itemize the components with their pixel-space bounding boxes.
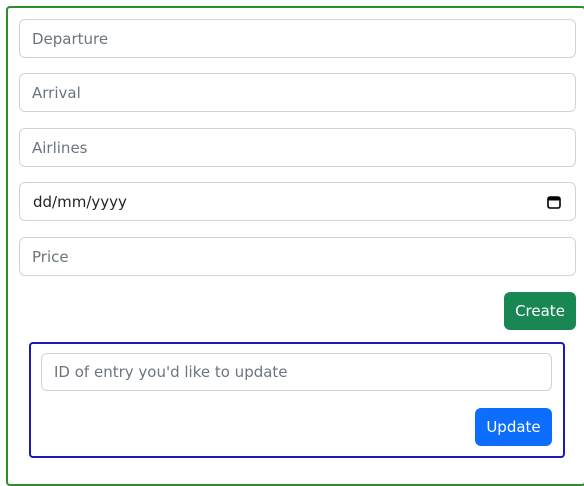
airlines-input[interactable] (19, 128, 576, 167)
date-input[interactable]: dd/mm/yyyy (19, 182, 576, 221)
date-input-text: dd/mm/yyyy (33, 192, 127, 211)
update-button[interactable]: Update (475, 408, 552, 446)
entry-id-input[interactable] (41, 353, 552, 391)
calendar-icon[interactable] (547, 195, 561, 209)
create-button[interactable]: Create (504, 292, 576, 330)
price-input[interactable] (19, 237, 576, 276)
arrival-input[interactable] (19, 73, 576, 112)
departure-input[interactable] (19, 19, 576, 58)
